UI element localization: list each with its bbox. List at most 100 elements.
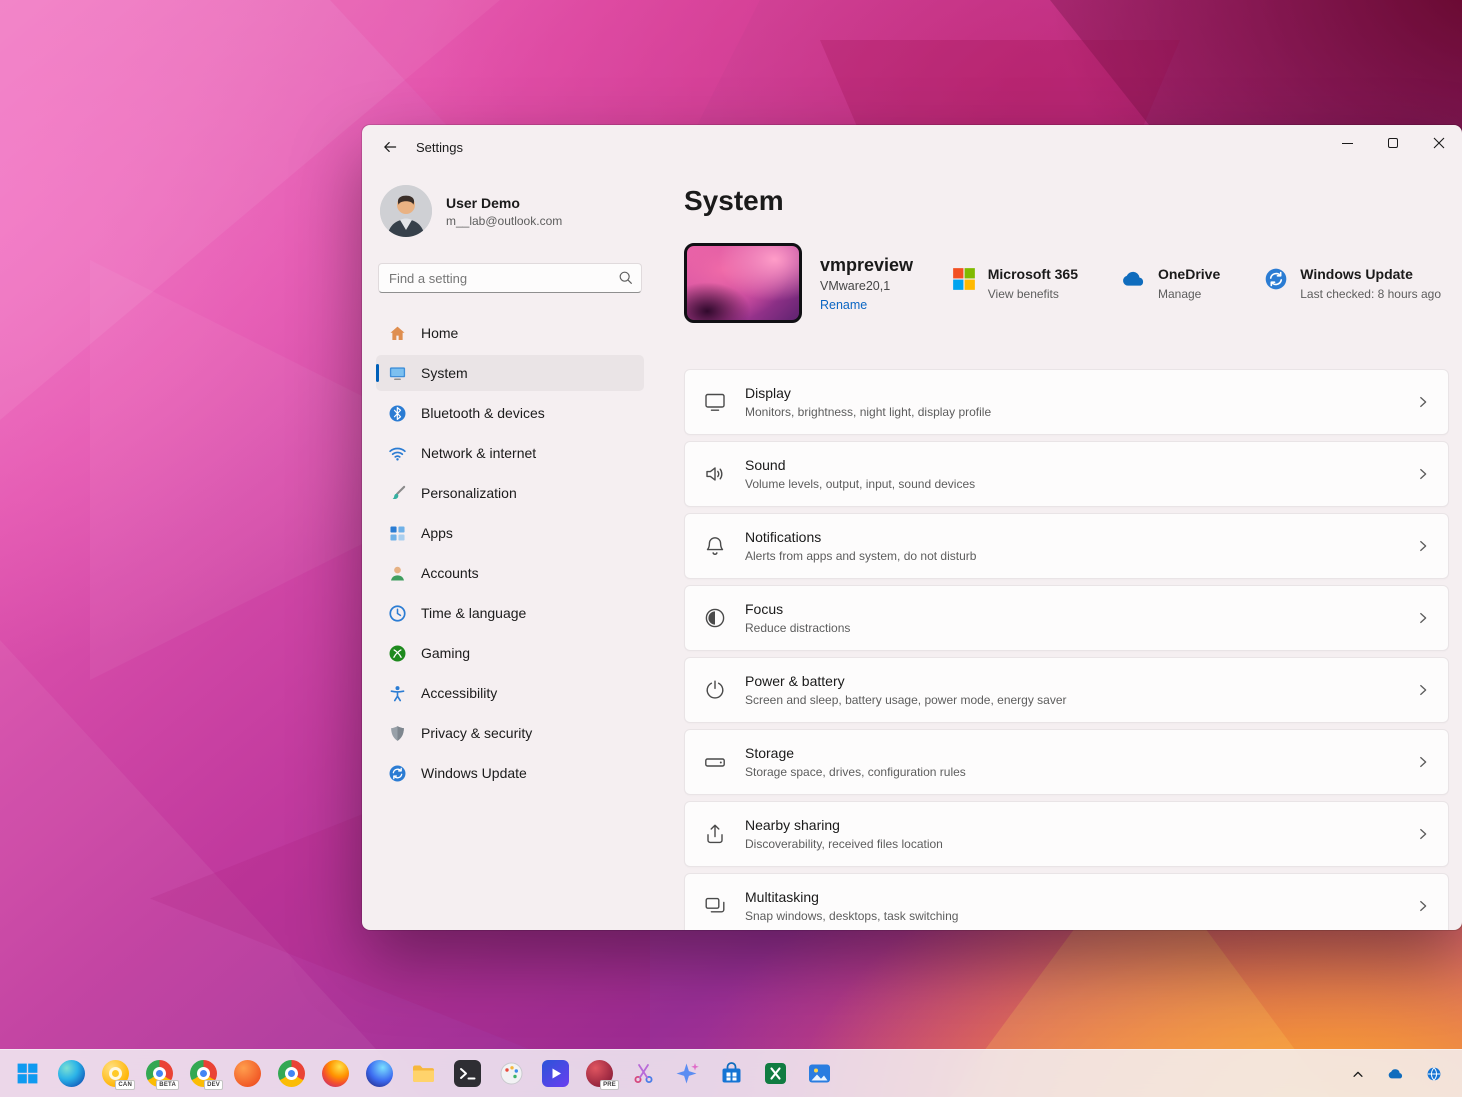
bluetooth-icon	[388, 404, 407, 423]
maximize-icon	[1388, 138, 1398, 148]
sidebar-item-network-internet[interactable]: Network & internet	[376, 435, 644, 471]
clock-icon	[388, 604, 407, 623]
person-icon	[388, 564, 407, 583]
chrome-beta-icon[interactable]: BETA	[146, 1060, 179, 1090]
firefox-nightly-icon[interactable]	[366, 1060, 393, 1087]
sidebar-item-system[interactable]: System	[376, 355, 644, 391]
device-header: vmpreview VMware20,1 Rename Microsoft 36…	[684, 243, 1449, 323]
back-arrow-icon	[382, 139, 398, 155]
network-tray-icon[interactable]	[1422, 1062, 1446, 1086]
chevron-right-icon	[1416, 683, 1430, 697]
sidebar-item-personalization[interactable]: Personalization	[376, 475, 644, 511]
microsoft-store-icon[interactable]	[718, 1060, 745, 1087]
windows-update-card[interactable]: Windows Update Last checked: 8 hours ago	[1264, 266, 1441, 301]
chevron-right-icon	[1416, 395, 1430, 409]
chevron-right-icon	[1416, 755, 1430, 769]
taskbar: CAN BETA DEV PRE	[0, 1049, 1462, 1097]
minimize-icon	[1341, 142, 1353, 144]
sound-icon	[703, 462, 727, 486]
chevron-right-icon	[1416, 539, 1430, 553]
display-icon	[703, 390, 727, 414]
search-icon	[618, 270, 633, 285]
user-account-block[interactable]: User Demo m__lab@outlook.com	[376, 181, 644, 251]
search-input[interactable]	[378, 263, 642, 293]
preview-app-icon[interactable]: PRE	[586, 1060, 619, 1090]
settings-row-multitasking[interactable]: Multitasking Snap windows, desktops, tas…	[684, 873, 1449, 930]
xbox-icon	[388, 644, 407, 663]
settings-row-storage[interactable]: Storage Storage space, drives, configura…	[684, 729, 1449, 795]
focus-moon-icon	[703, 606, 727, 630]
microsoft-365-icon	[952, 267, 976, 291]
page-title: System	[684, 185, 784, 216]
minimize-button[interactable]	[1324, 125, 1370, 161]
window-title: Settings	[416, 139, 463, 155]
edge-icon[interactable]	[58, 1060, 85, 1087]
snipping-tool-icon[interactable]	[630, 1060, 657, 1087]
sidebar-item-time-language[interactable]: Time & language	[376, 595, 644, 631]
back-button[interactable]	[372, 131, 408, 163]
wifi-icon	[388, 444, 407, 463]
microsoft-365-card[interactable]: Microsoft 365 View benefits	[952, 266, 1078, 301]
sidebar-item-apps[interactable]: Apps	[376, 515, 644, 551]
chevron-right-icon	[1416, 467, 1430, 481]
settings-window: Settings User Demo m__lab@outlook.com Fi…	[362, 125, 1462, 930]
hidden-icons-chevron-button[interactable]	[1346, 1062, 1370, 1086]
user-name: User Demo	[446, 194, 520, 211]
sidebar-nav: Home System Bluetooth & devices Network …	[376, 315, 644, 791]
maximize-button[interactable]	[1370, 125, 1416, 161]
sidebar-item-accessibility[interactable]: Accessibility	[376, 675, 644, 711]
settings-row-notifications[interactable]: Notifications Alerts from apps and syste…	[684, 513, 1449, 579]
settings-list: Display Monitors, brightness, night ligh…	[684, 369, 1449, 930]
chrome-icon[interactable]	[278, 1060, 305, 1087]
chevron-right-icon	[1416, 899, 1430, 913]
excel-icon[interactable]	[762, 1060, 789, 1087]
close-icon	[1433, 137, 1445, 149]
settings-row-power-battery[interactable]: Power & battery Screen and sleep, batter…	[684, 657, 1449, 723]
device-name: vmpreview	[820, 254, 914, 275]
windows-update-status-icon	[1264, 267, 1288, 291]
paintbrush-icon	[388, 484, 407, 503]
terminal-icon[interactable]	[454, 1060, 481, 1087]
chevron-right-icon	[1416, 611, 1430, 625]
paint-icon[interactable]	[498, 1060, 525, 1087]
settings-row-sound[interactable]: Sound Volume levels, output, input, soun…	[684, 441, 1449, 507]
brave-icon[interactable]	[234, 1060, 261, 1087]
chevron-right-icon	[1416, 827, 1430, 841]
titlebar: Settings	[362, 125, 1462, 169]
device-preview-thumbnail	[684, 243, 802, 323]
sidebar-item-accounts[interactable]: Accounts	[376, 555, 644, 591]
movies-tv-icon[interactable]	[542, 1060, 569, 1087]
avatar	[380, 185, 432, 237]
share-icon	[703, 822, 727, 846]
user-info: User Demo m__lab@outlook.com	[446, 195, 562, 228]
sidebar-item-home[interactable]: Home	[376, 315, 644, 351]
file-explorer-icon[interactable]	[410, 1060, 437, 1087]
sidebar-item-windows-update[interactable]: Windows Update	[376, 755, 644, 791]
update-arrows-icon	[388, 764, 407, 783]
onedrive-tray-icon[interactable]	[1384, 1062, 1408, 1086]
rename-link[interactable]: Rename	[820, 298, 913, 312]
sidebar-item-privacy-security[interactable]: Privacy & security	[376, 715, 644, 751]
sidebar-item-bluetooth-devices[interactable]: Bluetooth & devices	[376, 395, 644, 431]
onedrive-card[interactable]: OneDrive Manage	[1122, 266, 1220, 301]
copilot-icon[interactable]	[674, 1060, 701, 1087]
settings-row-focus[interactable]: Focus Reduce distractions	[684, 585, 1449, 651]
settings-row-display[interactable]: Display Monitors, brightness, night ligh…	[684, 369, 1449, 435]
storage-drive-icon	[703, 750, 727, 774]
chrome-dev-icon[interactable]: DEV	[190, 1060, 223, 1090]
firefox-icon[interactable]	[322, 1060, 349, 1087]
apps-grid-icon	[388, 524, 407, 543]
start-button[interactable]	[14, 1060, 41, 1087]
home-icon	[388, 324, 407, 343]
sidebar-item-gaming[interactable]: Gaming	[376, 635, 644, 671]
close-button[interactable]	[1416, 125, 1462, 161]
shield-icon	[388, 724, 407, 743]
onedrive-cloud-icon	[1122, 267, 1146, 291]
settings-row-nearby-sharing[interactable]: Nearby sharing Discoverability, received…	[684, 801, 1449, 867]
device-model: VMware20,1	[820, 278, 891, 293]
chrome-canary-icon[interactable]: CAN	[102, 1060, 135, 1090]
photos-icon[interactable]	[806, 1060, 833, 1087]
power-icon	[703, 678, 727, 702]
chevron-up-icon	[1351, 1067, 1365, 1081]
bell-icon	[703, 534, 727, 558]
